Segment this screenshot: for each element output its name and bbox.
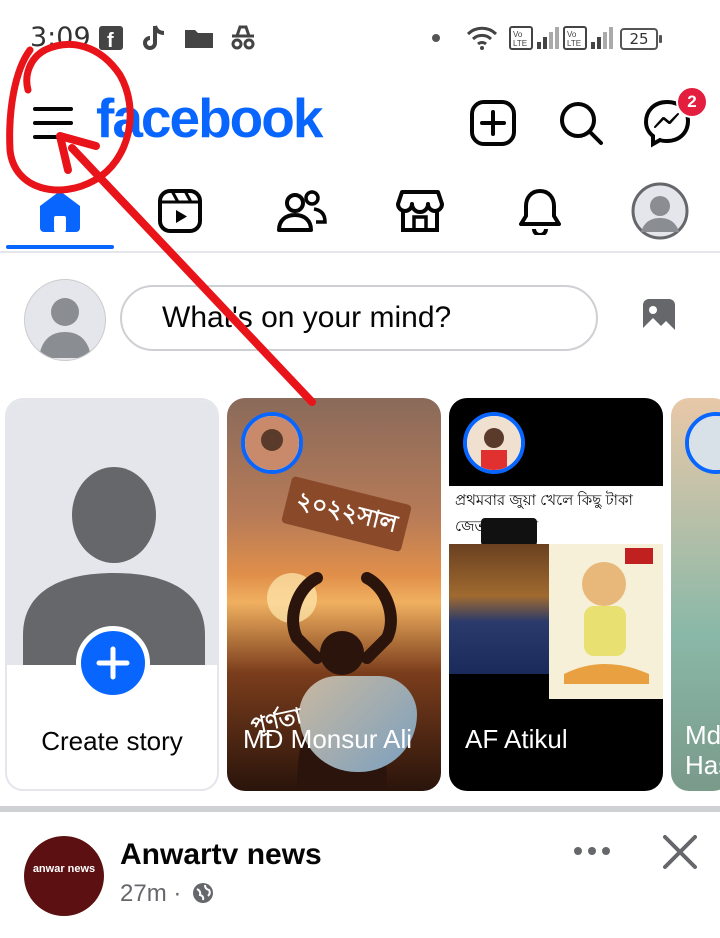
- status-bar: 3:09 f Vo LTE Vo LTE 25: [0, 0, 720, 80]
- tab-video[interactable]: [140, 180, 220, 242]
- story-avatar: [685, 412, 720, 474]
- avatar: [631, 182, 689, 240]
- marketplace-icon: [396, 190, 444, 232]
- create-button[interactable]: [464, 94, 522, 152]
- volte-icon: Vo LTE: [508, 24, 534, 52]
- story-avatar: [241, 412, 303, 474]
- video-icon: [158, 189, 202, 233]
- wifi-icon: [466, 24, 498, 52]
- tab-home[interactable]: [20, 180, 100, 242]
- create-story-card[interactable]: Create story: [5, 398, 219, 791]
- story-card[interactable]: ২০২২সাল পূর্ণতা MD Monsur Ali: [227, 398, 441, 791]
- add-story-button[interactable]: [76, 626, 150, 700]
- folder-icon: [184, 24, 214, 52]
- dot-icon: [430, 24, 442, 52]
- story-card[interactable]: Md Has: [671, 398, 720, 791]
- search-icon: [560, 102, 603, 145]
- tiktok-icon: [140, 24, 168, 52]
- post-timestamp: 27m ·: [120, 880, 214, 908]
- facebook-icon: f: [98, 24, 124, 52]
- post-author-avatar[interactable]: anwar news: [24, 836, 104, 916]
- active-tab-indicator: [6, 245, 114, 249]
- story-card[interactable]: প্রথমবার জুয়া খেলে কিছু টাকা জেতার পর অ…: [449, 398, 663, 791]
- tab-notifications[interactable]: [500, 180, 580, 242]
- signal-icon: [590, 24, 614, 52]
- search-button[interactable]: [552, 94, 610, 152]
- bell-icon: [519, 189, 561, 235]
- svg-text:LTE: LTE: [567, 39, 581, 48]
- svg-text:Vo: Vo: [567, 30, 577, 39]
- plus-icon: [96, 646, 130, 680]
- tab-marketplace[interactable]: [380, 180, 460, 242]
- story-label: Create story: [41, 726, 183, 756]
- story-author: MD Monsur Ali: [243, 724, 413, 754]
- post-author-name[interactable]: Anwartv news: [120, 838, 322, 872]
- tab-profile[interactable]: [620, 180, 700, 242]
- status-time: 3:09: [30, 22, 91, 53]
- story-author: Md Has: [685, 720, 720, 780]
- hide-post-button[interactable]: [660, 832, 700, 872]
- story-author: AF Atikul: [465, 724, 568, 754]
- photo-icon: [643, 299, 675, 335]
- post-time-text: 27m ·: [120, 880, 182, 907]
- story-overlay-text: ২০২২সাল: [281, 475, 413, 553]
- battery-icon: 25: [620, 28, 662, 50]
- messenger-badge: 2: [676, 86, 708, 118]
- friends-icon: [277, 190, 327, 232]
- globe-icon: [193, 883, 214, 903]
- close-icon: [663, 835, 697, 869]
- game-thumbnail: [449, 544, 549, 674]
- hamburger-icon: [33, 107, 73, 139]
- tab-friends[interactable]: [262, 180, 342, 242]
- svg-text:f: f: [107, 30, 114, 50]
- facebook-logo[interactable]: facebook: [96, 86, 323, 150]
- svg-text:LTE: LTE: [513, 39, 527, 48]
- post-options-button[interactable]: [570, 836, 614, 866]
- photo-button[interactable]: [640, 296, 680, 340]
- volte-icon: Vo LTE: [562, 24, 588, 52]
- user-avatar[interactable]: [24, 279, 106, 361]
- menu-button[interactable]: [24, 94, 82, 152]
- status-composer-input[interactable]: What's on your mind?: [120, 285, 598, 351]
- emoji-sticker: [481, 518, 537, 546]
- divider: [0, 251, 720, 253]
- section-divider: [0, 806, 720, 812]
- plus-square-icon: [470, 100, 516, 146]
- signal-icon: [536, 24, 560, 52]
- story-avatar: [463, 412, 525, 474]
- home-icon: [40, 191, 80, 232]
- svg-text:Vo: Vo: [513, 30, 523, 39]
- incognito-icon: [228, 24, 258, 52]
- more-icon: [574, 847, 610, 855]
- cartoon-image: [549, 544, 663, 699]
